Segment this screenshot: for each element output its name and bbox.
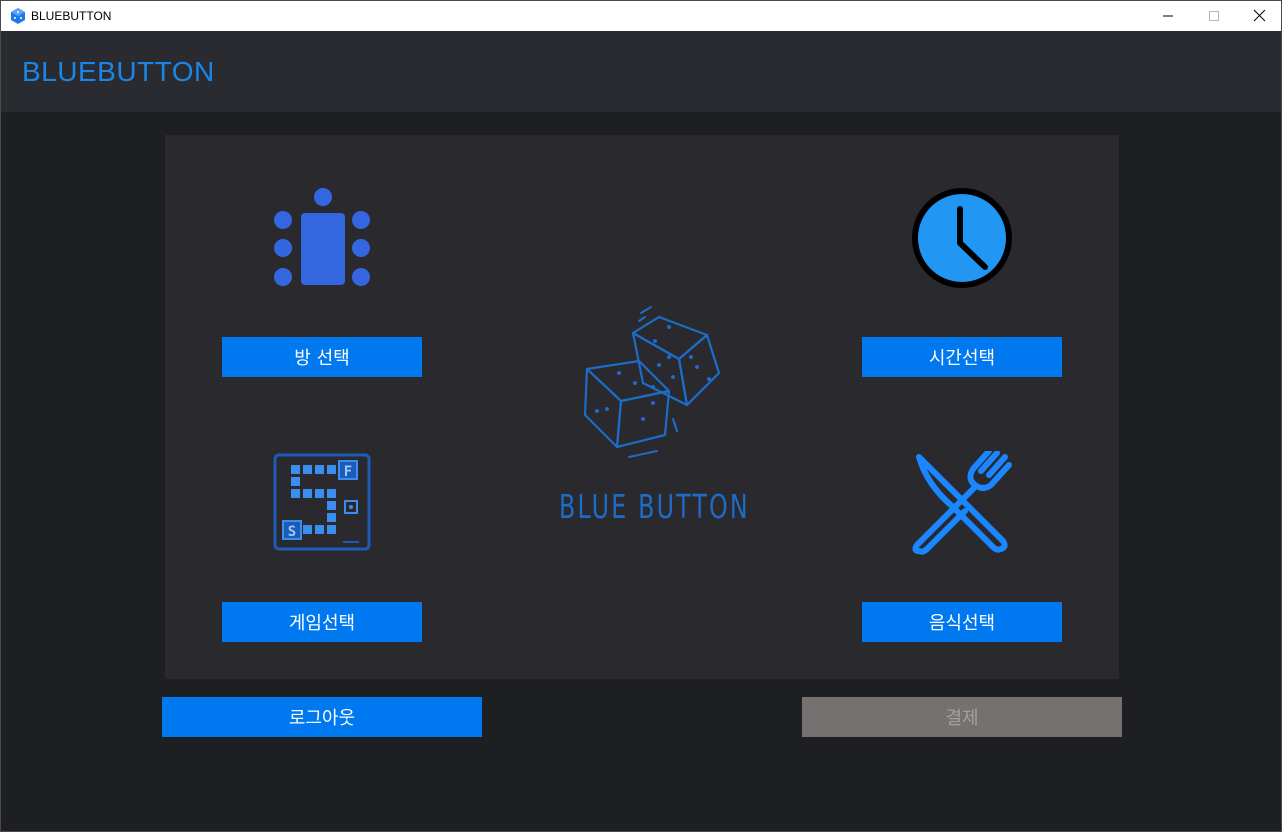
pay-button[interactable]: 결제 (802, 697, 1122, 737)
logout-button[interactable]: 로그아웃 (162, 697, 482, 737)
close-button[interactable] (1237, 1, 1281, 31)
close-icon (1253, 9, 1266, 22)
svg-text:S: S (288, 524, 296, 540)
dice-logo-icon (583, 306, 721, 458)
minimize-button[interactable] (1145, 1, 1191, 31)
dice-app-icon (11, 8, 25, 24)
app-window: BLUEBUTTON BLUEBUTTON 방 선택 시간선택 F S 게임선택… (0, 0, 1282, 832)
app-header: BLUEBUTTON (1, 31, 1281, 112)
maximize-icon (1209, 11, 1219, 21)
room-select-button[interactable]: 방 선택 (222, 337, 422, 377)
minimize-icon (1163, 15, 1173, 17)
svg-text:F: F (344, 464, 352, 480)
app-title: BLUEBUTTON (22, 56, 215, 87)
logo-text: BLUE BUTTON (559, 487, 750, 526)
board-game-icon: F S (273, 453, 371, 551)
window-title: BLUEBUTTON (31, 9, 112, 23)
maximize-button[interactable] (1191, 1, 1237, 31)
clock-icon (912, 188, 1012, 288)
food-select-button[interactable]: 음식선택 (862, 602, 1062, 642)
fork-knife-icon (912, 451, 1012, 555)
main-panel: 방 선택 시간선택 F S 게임선택 음식선택 BLUE BUTTON (165, 135, 1119, 679)
title-bar: BLUEBUTTON (1, 1, 1281, 31)
room-table-icon (274, 188, 370, 286)
time-select-button[interactable]: 시간선택 (862, 337, 1062, 377)
game-select-button[interactable]: 게임선택 (222, 602, 422, 642)
